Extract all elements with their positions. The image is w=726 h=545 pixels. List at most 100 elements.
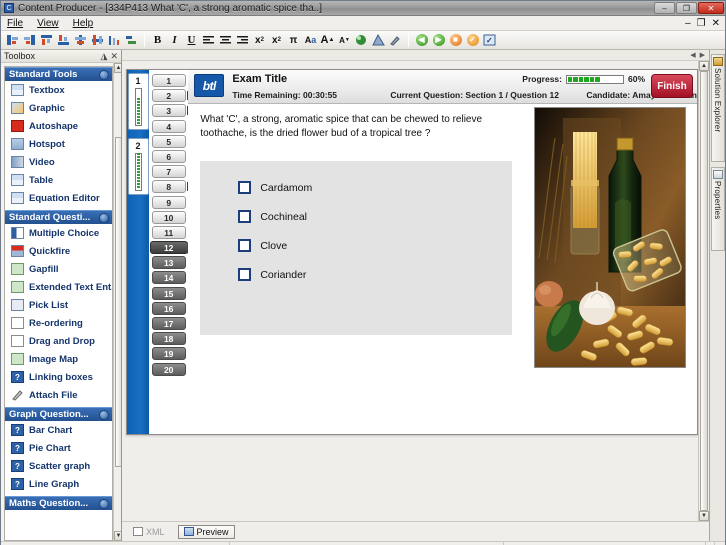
toolbox-group-graph-questions[interactable]: Graph Question... <box>5 407 112 421</box>
subscript-icon[interactable]: x2 <box>269 33 284 48</box>
section-indicator-2[interactable]: 2 <box>127 138 149 195</box>
design-canvas[interactable]: 1 2 1 2 3 4 5 6 7 8 9 10 11 12 13 14 15 16 17 18 19 20 btl <box>122 61 709 521</box>
option-row[interactable]: Coriander <box>238 260 512 289</box>
editor-next-icon[interactable]: ▶ <box>700 51 705 59</box>
align-text-center-icon[interactable] <box>218 33 233 48</box>
toolbox-item-image-map[interactable]: Image Map <box>5 350 112 368</box>
italic-button[interactable]: I <box>167 33 182 48</box>
question-nav-button[interactable]: 9 <box>151 195 186 209</box>
toolbox-item-autoshape[interactable]: Autoshape <box>5 117 112 135</box>
maximize-button[interactable]: ❐ <box>676 2 697 14</box>
toolbox-item-hotspot[interactable]: Hotspot <box>5 135 112 153</box>
mdi-minimize-button[interactable]: – <box>685 18 691 29</box>
close-icon[interactable]: ✕ <box>110 51 118 62</box>
toolbox-item-equation-editor[interactable]: Equation Editor <box>5 189 112 207</box>
question-nav-button[interactable]: 18 <box>151 332 186 346</box>
align-left-icon[interactable] <box>5 33 20 48</box>
align-top-icon[interactable] <box>39 33 54 48</box>
dock-tab-solution-explorer[interactable]: Solution Explorer <box>710 54 725 162</box>
question-nav-button[interactable]: 14 <box>151 271 186 285</box>
question-nav-button[interactable]: 3 <box>151 104 194 118</box>
toolbox-item-gapfill[interactable]: Gapfill <box>5 260 112 278</box>
toolbox-item-pick-list[interactable]: Pick List <box>5 296 112 314</box>
fill-color-icon[interactable] <box>354 33 369 48</box>
pi-icon[interactable]: π <box>286 33 301 48</box>
option-checkbox-clove[interactable] <box>238 239 252 252</box>
toolbox-item-video[interactable]: Video <box>5 153 112 171</box>
question-nav-button[interactable]: 11 <box>151 225 186 239</box>
shape-icon[interactable] <box>371 33 386 48</box>
question-nav-button[interactable]: 6 <box>151 149 186 163</box>
scrollbar-thumb[interactable] <box>700 71 708 511</box>
toolbox-item-pie-chart[interactable]: ? Pie Chart <box>5 439 112 457</box>
group-collapse-icon[interactable] <box>99 499 109 509</box>
pin-icon[interactable]: ◮ <box>101 51 108 62</box>
scroll-up-icon[interactable]: ▲ <box>113 63 121 73</box>
toolbox-item-scatter-graph[interactable]: ? Scatter graph <box>5 457 112 475</box>
align-text-right-icon[interactable] <box>235 33 250 48</box>
eyedropper-icon[interactable] <box>388 33 403 48</box>
spellcheck-icon[interactable]: ✓ <box>482 33 497 48</box>
mdi-restore-button[interactable]: ❐ <box>697 18 706 29</box>
font-shrink-icon[interactable]: A ▼ <box>337 33 352 48</box>
question-nav-button[interactable]: 12 <box>149 241 193 255</box>
question-nav-button[interactable]: 15 <box>151 286 186 300</box>
scroll-down-icon[interactable]: ▼ <box>699 511 709 521</box>
toolbox-scrollbar[interactable]: ▲ ▼ <box>113 63 121 541</box>
toolbox-item-extended-text-entry[interactable]: Extended Text Ent... <box>5 278 112 296</box>
question-nav-button[interactable]: 20 <box>151 362 186 376</box>
mdi-close-button[interactable]: ✕ <box>712 18 720 29</box>
question-nav-button[interactable]: 7 <box>151 165 186 179</box>
question-nav-button[interactable]: 4 <box>151 119 186 133</box>
toolbox-item-table[interactable]: Table <box>5 171 112 189</box>
toolbox-item-drag-and-drop[interactable]: Drag and Drop <box>5 332 112 350</box>
forward-icon[interactable]: ▶ <box>431 33 446 48</box>
toolbox-item-multiple-choice[interactable]: Multiple Choice <box>5 224 112 242</box>
stop-icon[interactable]: ■ <box>448 33 463 48</box>
editor-prev-icon[interactable]: ◀ <box>690 51 695 59</box>
question-nav-button[interactable]: 16 <box>151 301 186 315</box>
scroll-down-icon[interactable]: ▼ <box>113 531 121 541</box>
close-button[interactable]: ✕ <box>698 2 724 14</box>
toolbox-item-line-graph[interactable]: ? Line Graph <box>5 475 112 493</box>
align-center-v-icon[interactable] <box>90 33 105 48</box>
minimize-button[interactable]: – <box>654 2 675 14</box>
toolbox-item-attach-file[interactable]: Attach File <box>5 386 112 404</box>
distribute-v-icon[interactable] <box>124 33 139 48</box>
option-checkbox-cochineal[interactable] <box>238 210 252 223</box>
tab-xml[interactable]: XML <box>128 525 170 539</box>
option-row[interactable]: Cochineal <box>238 202 512 231</box>
scroll-up-icon[interactable]: ▲ <box>699 61 709 71</box>
option-checkbox-coriander[interactable] <box>238 268 252 281</box>
toolbox-item-linking-boxes[interactable]: ? Linking boxes <box>5 368 112 386</box>
section-indicator-1[interactable]: 1 <box>127 73 149 130</box>
toolbox-item-bar-chart[interactable]: ? Bar Chart <box>5 421 112 439</box>
back-icon[interactable]: ◀ <box>414 33 429 48</box>
scrollbar-thumb[interactable] <box>114 137 121 467</box>
toolbox-group-standard-tools[interactable]: Standard Tools <box>5 67 112 81</box>
toolbox-item-re-ordering[interactable]: Re-ordering <box>5 314 112 332</box>
group-collapse-icon[interactable] <box>99 70 109 80</box>
menu-item-view[interactable]: View <box>37 18 59 29</box>
group-collapse-icon[interactable] <box>99 213 109 223</box>
toolbox-item-textbox[interactable]: Textbox <box>5 81 112 99</box>
question-nav-button[interactable]: 8 <box>151 180 194 194</box>
superscript-icon[interactable]: x2 <box>252 33 267 48</box>
group-collapse-icon[interactable] <box>99 410 109 420</box>
toolbox-group-standard-questions[interactable]: Standard Questi... <box>5 210 112 224</box>
align-bottom-icon[interactable] <box>56 33 71 48</box>
option-row[interactable]: Cardamom <box>238 173 512 202</box>
option-checkbox-cardamom[interactable] <box>238 181 252 194</box>
canvas-scrollbar[interactable]: ▲ ▼ <box>698 61 709 521</box>
question-nav-button[interactable]: 1 <box>151 74 186 87</box>
question-nav-button[interactable]: 10 <box>151 210 186 224</box>
question-nav-button[interactable]: 13 <box>151 256 186 270</box>
question-nav-button[interactable]: 19 <box>151 347 186 361</box>
font-color-icon[interactable]: Aa <box>303 33 318 48</box>
question-nav-button[interactable]: 17 <box>151 317 186 330</box>
align-text-left-icon[interactable] <box>201 33 216 48</box>
bold-button[interactable]: B <box>150 33 165 48</box>
check-icon[interactable]: ✓ <box>465 33 480 48</box>
underline-button[interactable]: U <box>184 33 199 48</box>
dock-tab-properties[interactable]: Properties <box>710 167 725 251</box>
